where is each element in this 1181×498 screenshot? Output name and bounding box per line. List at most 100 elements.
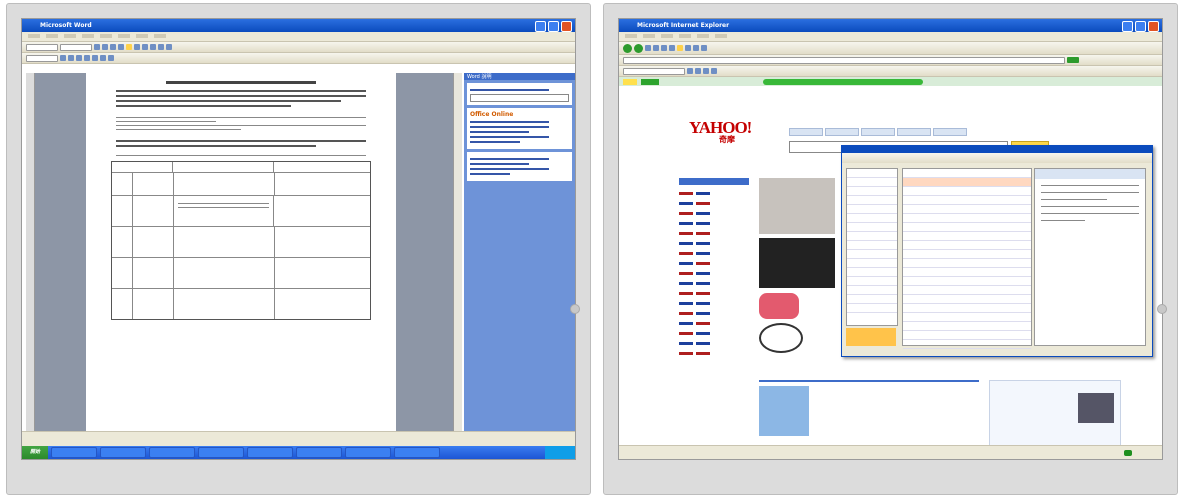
toolbar-icon[interactable] (158, 44, 164, 50)
menu-item[interactable] (100, 34, 112, 38)
popup-mail-window[interactable] (841, 145, 1153, 357)
message-preview[interactable] (1034, 168, 1146, 346)
align-icon[interactable] (92, 55, 98, 61)
underline-icon[interactable] (76, 55, 82, 61)
taskbar-button[interactable] (394, 447, 441, 458)
menu-item[interactable] (28, 34, 40, 38)
taskbar-button[interactable] (149, 447, 196, 458)
doc-text-line (116, 95, 366, 97)
toolbar-logo (623, 78, 637, 85)
stop-icon[interactable] (645, 45, 651, 51)
taskbar-button[interactable] (100, 447, 147, 458)
toolbar-icon[interactable] (142, 44, 148, 50)
maximize-button[interactable] (548, 21, 559, 32)
maximize-button[interactable] (1135, 21, 1146, 32)
toolbar-button[interactable] (641, 78, 659, 85)
message-list[interactable] (902, 168, 1032, 349)
mail-nav-panel[interactable] (846, 328, 896, 346)
browser-screen: Microsoft Internet Explorer YAHOO! 奇摩 (618, 18, 1163, 460)
toolbar-search-box[interactable] (763, 78, 923, 85)
toolbar-icon[interactable] (711, 68, 717, 74)
word-screen: Microsoft Word Word 說明 Office Online 開始 (21, 18, 576, 460)
close-button[interactable] (561, 21, 572, 32)
toolbar-search-input[interactable] (623, 67, 685, 75)
menu-item[interactable] (154, 34, 166, 38)
history-icon[interactable] (685, 45, 691, 51)
taskbar-button[interactable] (345, 447, 392, 458)
list-icon[interactable] (100, 55, 106, 61)
shoes-image[interactable] (759, 293, 799, 319)
font-select[interactable] (60, 43, 92, 51)
vertical-scrollbar[interactable] (453, 73, 462, 432)
print-icon[interactable] (701, 45, 707, 51)
align-icon[interactable] (84, 55, 90, 61)
menu-item[interactable] (697, 34, 709, 38)
toolbar-icon[interactable] (110, 44, 116, 50)
minimize-button[interactable] (535, 21, 546, 32)
browser-toolbar (619, 42, 1162, 55)
toolbar-icon[interactable] (150, 44, 156, 50)
doc-table[interactable] (111, 161, 371, 320)
news-photo[interactable] (759, 178, 835, 234)
highlight-icon[interactable] (126, 44, 132, 50)
power-button[interactable] (570, 304, 580, 314)
doc-text-line (116, 121, 216, 122)
toolbar-icon[interactable] (102, 44, 108, 50)
toolbar-icon[interactable] (687, 68, 693, 74)
taskbar-button[interactable] (296, 447, 343, 458)
indent-icon[interactable] (108, 55, 114, 61)
menu-item[interactable] (118, 34, 130, 38)
menu-item[interactable] (679, 34, 691, 38)
menu-item[interactable] (82, 34, 94, 38)
toolbar-icon[interactable] (695, 68, 701, 74)
menu-item[interactable] (136, 34, 148, 38)
doc-text-line (116, 140, 366, 142)
toolbar-icon[interactable] (94, 44, 100, 50)
power-button[interactable] (1157, 304, 1167, 314)
celebrity-photo[interactable] (759, 386, 809, 436)
refresh-icon[interactable] (653, 45, 659, 51)
menu-item[interactable] (64, 34, 76, 38)
forward-icon[interactable] (634, 43, 643, 53)
size-select[interactable] (26, 54, 58, 62)
menu-item[interactable] (661, 34, 673, 38)
italic-icon[interactable] (68, 55, 74, 61)
help-search-box[interactable] (467, 83, 572, 105)
promo-image[interactable] (1078, 393, 1114, 423)
address-input[interactable] (623, 56, 1065, 64)
style-select[interactable] (26, 43, 58, 51)
search-icon[interactable] (669, 45, 675, 51)
taskbar-button[interactable] (198, 447, 245, 458)
menu-item[interactable] (625, 34, 637, 38)
status-bar (22, 431, 575, 446)
start-button[interactable]: 開始 (22, 446, 49, 459)
taskbar-button[interactable] (51, 447, 98, 458)
go-button[interactable] (1067, 57, 1079, 63)
favorites-icon[interactable] (677, 45, 683, 51)
back-icon[interactable] (623, 43, 632, 53)
doc-text-line (116, 129, 241, 130)
bicycle-image[interactable] (759, 323, 803, 353)
document-page[interactable] (86, 73, 396, 432)
toolbar-icon[interactable] (134, 44, 140, 50)
toolbar-icon[interactable] (703, 68, 709, 74)
mail-icon[interactable] (693, 45, 699, 51)
toolbar-icon[interactable] (166, 44, 172, 50)
browser-title-bar: Microsoft Internet Explorer (619, 19, 1162, 32)
search-input[interactable] (470, 94, 569, 102)
menu-item[interactable] (46, 34, 58, 38)
taskbar-button[interactable] (247, 447, 294, 458)
folder-tree[interactable] (846, 168, 898, 326)
side-promo (989, 380, 1121, 452)
close-button[interactable] (1148, 21, 1159, 32)
promo-banner[interactable] (759, 238, 835, 288)
menu-item[interactable] (643, 34, 655, 38)
word-title: Microsoft Word (40, 22, 92, 29)
menu-item[interactable] (715, 34, 727, 38)
bold-icon[interactable] (60, 55, 66, 61)
internet-zone-icon (1124, 450, 1132, 456)
minimize-button[interactable] (1122, 21, 1133, 32)
browser-status-bar (619, 445, 1162, 459)
toolbar-icon[interactable] (118, 44, 124, 50)
home-icon[interactable] (661, 45, 667, 51)
